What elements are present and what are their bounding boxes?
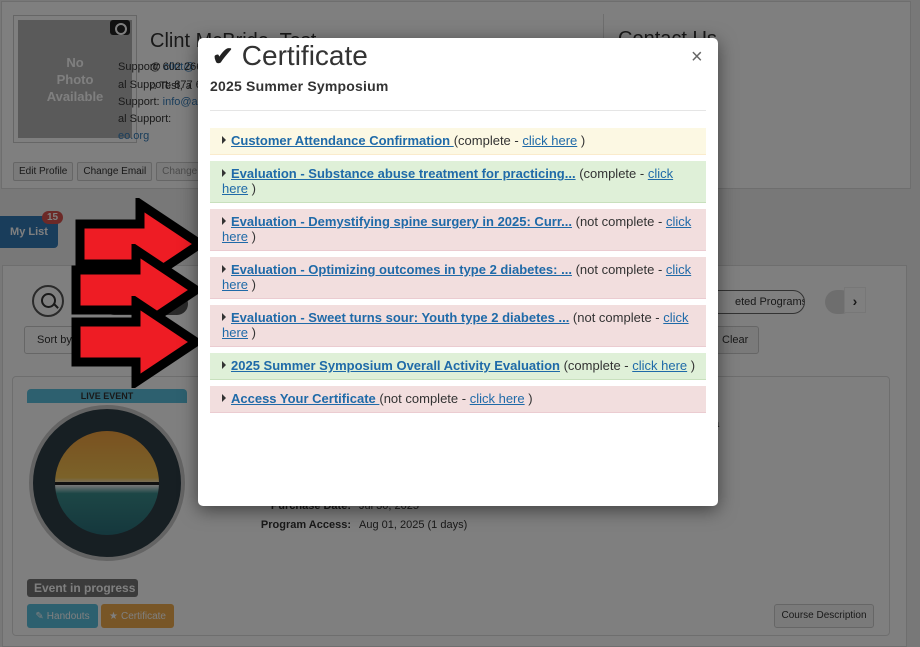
- caret-right-icon: [222, 394, 226, 402]
- requirement-status: (not complete -: [569, 310, 664, 325]
- modal-subtitle: 2025 Summer Symposium: [210, 78, 389, 94]
- caret-right-icon: [222, 169, 226, 177]
- list-item: Evaluation - Demystifying spine surgery …: [210, 209, 706, 251]
- certificate-requirements-list: Customer Attendance Confirmation (comple…: [210, 128, 706, 419]
- requirement-link[interactable]: Evaluation - Sweet turns sour: Youth typ…: [231, 310, 569, 325]
- status-close-paren: ): [248, 181, 256, 196]
- close-icon[interactable]: ×: [691, 46, 703, 69]
- status-close-paren: ): [577, 133, 586, 148]
- requirement-status: (complete -: [559, 358, 633, 373]
- modal-title-text: Certificate: [241, 40, 368, 71]
- click-here-link[interactable]: click here: [522, 133, 577, 148]
- requirement-link[interactable]: Evaluation - Substance abuse treatment f…: [231, 166, 576, 181]
- status-close-paren: ): [524, 391, 533, 406]
- list-item: Evaluation - Substance abuse treatment f…: [210, 161, 706, 203]
- list-item: Evaluation - Sweet turns sour: Youth typ…: [210, 305, 706, 347]
- click-here-link[interactable]: click here: [632, 358, 687, 373]
- status-close-paren: ): [687, 358, 696, 373]
- click-here-link[interactable]: click here: [470, 391, 525, 406]
- requirement-status: (not complete -: [572, 214, 666, 229]
- status-close-paren: ): [248, 229, 256, 244]
- list-item: 2025 Summer Symposium Overall Activity E…: [210, 353, 706, 380]
- requirement-link[interactable]: 2025 Summer Symposium Overall Activity E…: [231, 358, 560, 373]
- caret-right-icon: [222, 313, 226, 321]
- requirement-link[interactable]: Evaluation - Optimizing outcomes in type…: [231, 262, 572, 277]
- annotation-arrow-icon: [71, 296, 205, 388]
- caret-right-icon: [222, 265, 226, 273]
- list-item: Access Your Certificate (not complete - …: [210, 386, 706, 413]
- list-item: Evaluation - Optimizing outcomes in type…: [210, 257, 706, 299]
- modal-title: ✔ Certificate: [212, 40, 368, 72]
- list-item: Customer Attendance Confirmation (comple…: [210, 128, 706, 155]
- modal-divider: [210, 110, 706, 111]
- requirement-status: (not complete -: [379, 391, 470, 406]
- checkmark-icon: ✔: [212, 40, 234, 71]
- certificate-modal: ✔ Certificate × 2025 Summer Symposium Cu…: [198, 38, 718, 506]
- caret-right-icon: [222, 361, 226, 369]
- status-close-paren: ): [248, 277, 256, 292]
- requirement-link[interactable]: Access Your Certificate: [231, 391, 379, 406]
- requirement-link[interactable]: Evaluation - Demystifying spine surgery …: [231, 214, 572, 229]
- caret-right-icon: [222, 136, 226, 144]
- caret-right-icon: [222, 217, 226, 225]
- requirement-link[interactable]: Customer Attendance Confirmation: [231, 133, 454, 148]
- status-close-paren: ): [248, 325, 256, 340]
- requirement-status: (complete -: [575, 166, 648, 181]
- requirement-status: (complete -: [453, 133, 523, 148]
- requirement-status: (not complete -: [571, 262, 666, 277]
